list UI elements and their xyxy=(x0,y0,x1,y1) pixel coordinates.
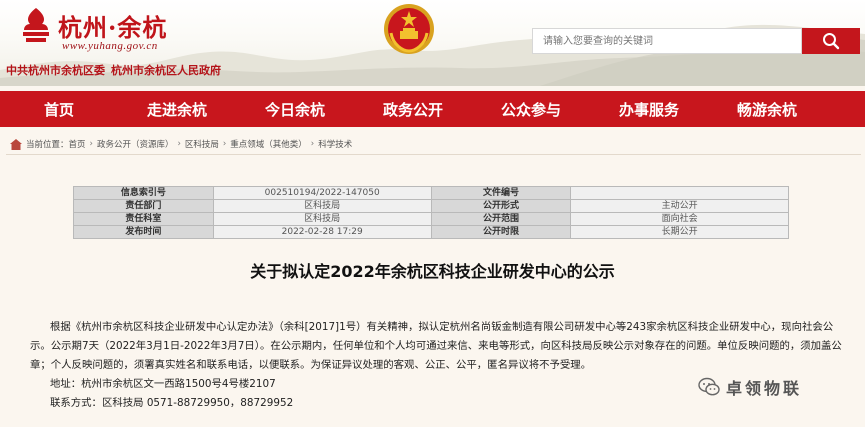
subtitle-government: 杭州市余杭区人民政府 xyxy=(111,64,221,77)
info-label: 责任部门 xyxy=(73,199,214,213)
info-label: 公开范围 xyxy=(430,212,572,226)
logo-emblem-icon xyxy=(23,8,49,42)
search-input[interactable] xyxy=(532,28,802,54)
info-value: 区科技局 xyxy=(212,212,432,226)
logo-url: www.yuhang.gov.cn xyxy=(62,40,158,52)
site-logo[interactable]: 杭州·余杭 xyxy=(18,6,167,44)
info-label: 发布时间 xyxy=(73,225,214,239)
watermark-text: 卓领物联 xyxy=(726,379,803,398)
info-value: 区科技局 xyxy=(212,199,432,213)
info-label: 责任科室 xyxy=(73,212,214,226)
nav-item-about[interactable]: 走进余杭 xyxy=(118,99,236,120)
breadcrumb-prefix: 当前位置： xyxy=(26,140,69,150)
info-value: 主动公开 xyxy=(570,199,789,213)
breadcrumb-divider xyxy=(6,154,861,155)
main-navigation: 首页 走进余杭 今日余杭 政务公开 公众参与 办事服务 畅游余杭 xyxy=(0,91,865,127)
nav-item-services[interactable]: 办事服务 xyxy=(590,99,708,120)
info-label: 公开形式 xyxy=(430,199,572,213)
search-icon xyxy=(823,33,840,50)
article-paragraph: 根据《杭州市余杭区科技企业研发中心认定办法》（余科[2017]1号）有关精神，拟… xyxy=(30,318,842,375)
nav-item-tourism[interactable]: 畅游余杭 xyxy=(708,99,826,120)
breadcrumb-item-home[interactable]: 首页 xyxy=(69,138,86,150)
paragraph-line: 章；个人反映问题的，须署真实姓名和联系电话，以便联系。为保证异议处理的客观、公正… xyxy=(30,359,592,371)
national-emblem-icon xyxy=(384,4,434,54)
breadcrumb-item-gov-affairs[interactable]: 政务公开（资源库） xyxy=(97,138,174,150)
info-label: 文件编号 xyxy=(430,186,572,200)
breadcrumb-item-science-tech[interactable]: 科学技术 xyxy=(318,138,352,150)
search-bar xyxy=(532,28,862,54)
nav-item-public-participation[interactable]: 公众参与 xyxy=(472,99,590,120)
info-label: 信息索引号 xyxy=(73,186,214,200)
article-title: 关于拟认定2022年余杭区科技企业研发中心的公示 xyxy=(250,262,615,281)
table-row: 责任部门 区科技局 公开形式 主动公开 xyxy=(73,199,789,213)
table-row: 发布时间 2022-02-28 17:29 公开时限 长期公开 xyxy=(73,225,789,239)
info-table: 信息索引号 002510194/2022-147050 文件编号 责任部门 区科… xyxy=(73,186,789,239)
subtitle-party: 中共杭州市余杭区委 xyxy=(6,64,105,77)
paragraph-line: 示。公示期7天（2022年3月1日-2022年3月7日）。在公示期内，任何单位和… xyxy=(30,340,842,352)
info-value: 002510194/2022-147050 xyxy=(212,186,432,200)
nav-item-news[interactable]: 今日余杭 xyxy=(236,99,354,120)
nav-item-home[interactable]: 首页 xyxy=(0,99,118,120)
home-icon xyxy=(10,138,22,150)
info-label: 公开时限 xyxy=(430,225,572,239)
info-value: 长期公开 xyxy=(570,225,789,239)
page: 杭州·余杭 www.yuhang.gov.cn 中共杭州市余杭区委 杭州市余杭区人… xyxy=(0,0,865,427)
site-subtitle: 中共杭州市余杭区委 杭州市余杭区人民政府 xyxy=(6,62,227,78)
nav-item-government-affairs[interactable]: 政务公开 xyxy=(354,99,472,120)
wechat-watermark: 卓领物联 xyxy=(698,375,802,399)
info-value: 2022-02-28 17:29 xyxy=(212,225,432,239)
info-value xyxy=(570,186,789,200)
table-row: 责任科室 区科技局 公开范围 面向社会 xyxy=(73,212,789,226)
site-header: 杭州·余杭 www.yuhang.gov.cn 中共杭州市余杭区委 杭州市余杭区人… xyxy=(0,0,865,86)
search-button[interactable] xyxy=(802,28,860,54)
wechat-icon xyxy=(698,377,720,396)
table-row: 信息索引号 002510194/2022-147050 文件编号 xyxy=(73,186,789,200)
breadcrumb: 当前位置： 首页 › 政务公开（资源库） › 区科技局 › 重点领域（其他类） … xyxy=(10,138,352,150)
breadcrumb-item-key-areas[interactable]: 重点领域（其他类） xyxy=(230,138,307,150)
breadcrumb-item-tech-bureau[interactable]: 区科技局 xyxy=(185,138,219,150)
info-value: 面向社会 xyxy=(570,212,789,226)
paragraph-line: 根据《杭州市余杭区科技企业研发中心认定办法》（余科[2017]1号）有关精神，拟… xyxy=(50,321,834,333)
logo-text: 杭州·余杭 xyxy=(58,12,168,42)
